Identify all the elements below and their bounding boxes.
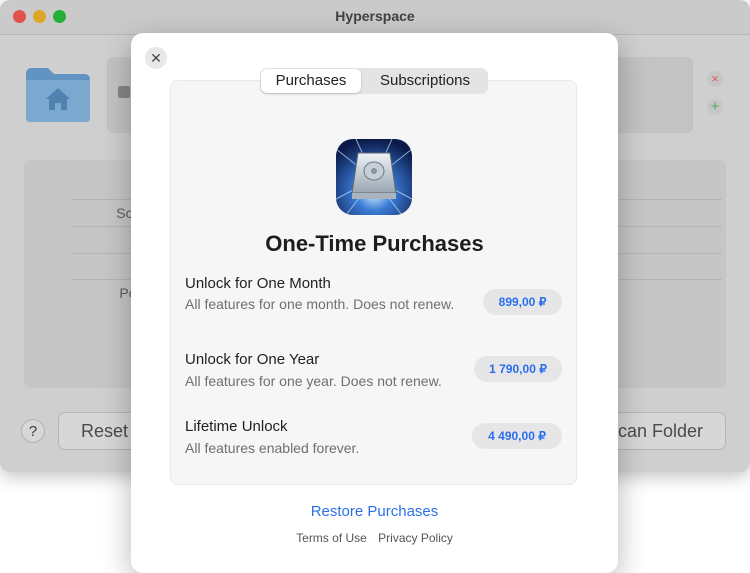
restore-purchases-link[interactable]: Restore Purchases <box>131 503 618 520</box>
item-description: All features for one month. Does not ren… <box>185 296 455 312</box>
footer-links: Terms of Use Privacy Policy <box>131 531 618 545</box>
price-button-year[interactable]: 1 790,00 ₽ <box>474 356 562 382</box>
tab-purchases[interactable]: Purchases <box>261 69 361 93</box>
item-description: All features for one year. Does not rene… <box>185 373 442 389</box>
close-icon: ✕ <box>150 50 162 66</box>
item-description: All features enabled forever. <box>185 440 360 456</box>
purchase-sheet: ✕ Purchases Subscriptions One-Time Purch… <box>131 33 618 573</box>
hyperspace-app-icon <box>336 139 412 215</box>
price-button-month[interactable]: 899,00 ₽ <box>483 289 562 315</box>
terms-of-use-link[interactable]: Terms of Use <box>296 531 367 545</box>
item-title: Unlock for One Year <box>185 351 320 368</box>
price-button-lifetime[interactable]: 4 490,00 ₽ <box>472 423 562 449</box>
close-sheet-button[interactable]: ✕ <box>145 47 167 69</box>
privacy-policy-link[interactable]: Privacy Policy <box>378 531 453 545</box>
purchase-type-segmented-control: Purchases Subscriptions <box>260 68 488 94</box>
item-title: Lifetime Unlock <box>185 418 288 435</box>
item-title: Unlock for One Month <box>185 275 331 292</box>
page-title: One-Time Purchases <box>265 231 484 256</box>
tab-subscriptions[interactable]: Subscriptions <box>364 69 486 93</box>
